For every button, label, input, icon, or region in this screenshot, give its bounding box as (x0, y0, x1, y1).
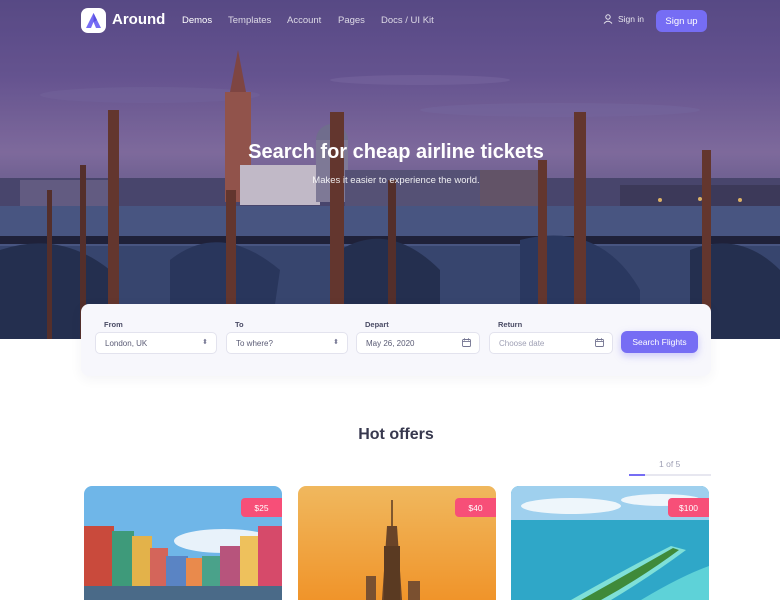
top-navbar: Around Demos Templates Account Pages Doc… (0, 0, 780, 42)
brand-logo[interactable] (81, 8, 106, 33)
depart-label: Depart (365, 320, 389, 329)
offer-card[interactable]: $40 (298, 486, 496, 600)
sign-up-button[interactable]: Sign up (656, 10, 707, 32)
hot-offers-title: Hot offers (358, 426, 434, 443)
nav-link-templates[interactable]: Templates (228, 15, 271, 26)
hero-title: Search for cheap airline tickets (248, 141, 544, 163)
brand-name[interactable]: Around (112, 11, 165, 28)
flight-search-form: From London, UK ⬍ To To where? ⬍ Depart … (81, 304, 711, 376)
price-badge: $25 (241, 498, 282, 517)
hero-subtitle: Makes it easier to experience the world. (312, 175, 480, 186)
calendar-icon (462, 338, 471, 349)
search-flights-button[interactable]: Search Flights (621, 331, 698, 353)
price-badge: $40 (455, 498, 496, 517)
return-date-input[interactable]: Choose date (489, 332, 613, 354)
offer-card[interactable]: $25 (84, 486, 282, 600)
user-icon (603, 14, 613, 24)
from-value: London, UK (105, 338, 148, 348)
slider-progress (629, 474, 711, 476)
hero-overlay (0, 0, 780, 339)
select-arrows-icon: ⬍ (333, 339, 339, 346)
hero-banner (0, 0, 780, 339)
sign-in-link[interactable]: Sign in (603, 14, 644, 24)
offer-card[interactable]: $100 (511, 486, 709, 600)
nav-link-demos[interactable]: Demos (182, 15, 212, 26)
return-label: Return (498, 320, 523, 329)
to-placeholder: To where? (236, 338, 273, 348)
nav-link-docs[interactable]: Docs / UI Kit (381, 15, 434, 26)
from-select[interactable]: London, UK ⬍ (95, 332, 217, 354)
depart-date-input[interactable]: May 26, 2020 (356, 332, 480, 354)
price-badge: $100 (668, 498, 709, 517)
from-label: From (104, 320, 123, 329)
return-placeholder: Choose date (499, 338, 545, 348)
nav-link-account[interactable]: Account (287, 15, 321, 26)
slider-progress-fill (629, 474, 646, 476)
sign-in-label: Sign in (618, 14, 644, 24)
to-label: To (235, 320, 244, 329)
slider-pager: 1 of 5 (659, 459, 681, 469)
select-arrows-icon: ⬍ (202, 339, 208, 346)
to-select[interactable]: To where? ⬍ (226, 332, 348, 354)
calendar-icon (595, 338, 604, 349)
around-logo-icon (86, 13, 101, 28)
nav-link-pages[interactable]: Pages (338, 15, 365, 26)
depart-value: May 26, 2020 (366, 338, 415, 348)
